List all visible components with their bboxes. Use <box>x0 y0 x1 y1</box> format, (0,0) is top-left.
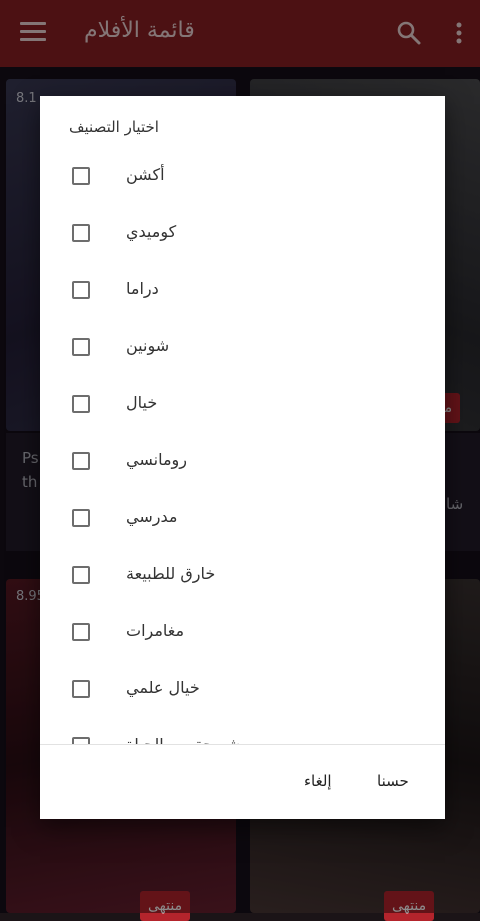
category-label: رومانسي <box>126 450 187 469</box>
checkbox[interactable] <box>72 509 90 527</box>
category-item[interactable]: أكشن <box>40 148 445 205</box>
category-label: أكشن <box>126 165 165 184</box>
checkbox[interactable] <box>72 224 90 242</box>
checkbox[interactable] <box>72 167 90 185</box>
checkbox[interactable] <box>72 338 90 356</box>
ok-button[interactable]: حسنا <box>371 768 415 794</box>
checkbox[interactable] <box>72 395 90 413</box>
category-label: شريحة من الحياة <box>126 735 240 744</box>
category-label: كوميدي <box>126 222 177 241</box>
category-label: خيال علمي <box>126 678 200 697</box>
checkbox[interactable] <box>72 452 90 470</box>
cancel-button[interactable]: إلغاء <box>298 768 338 794</box>
category-item[interactable]: كوميدي <box>40 205 445 262</box>
category-item[interactable]: خارق للطبيعة <box>40 547 445 604</box>
category-list[interactable]: أكشن كوميدي دراما شونين خيال رومانسي مدر… <box>40 148 445 744</box>
category-item[interactable]: خيال <box>40 376 445 433</box>
category-item[interactable]: شونين <box>40 319 445 376</box>
category-label: خارق للطبيعة <box>126 564 216 583</box>
category-label: خيال <box>126 393 158 412</box>
category-item[interactable]: شريحة من الحياة <box>40 718 445 744</box>
category-item[interactable]: رومانسي <box>40 433 445 490</box>
category-label: دراما <box>126 279 159 298</box>
category-item[interactable]: دراما <box>40 262 445 319</box>
dialog-title: اختيار التصنيف <box>69 118 159 136</box>
checkbox[interactable] <box>72 566 90 584</box>
category-item[interactable]: خيال علمي <box>40 661 445 718</box>
checkbox[interactable] <box>72 281 90 299</box>
category-label: مغامرات <box>126 621 185 640</box>
category-item[interactable]: مدرسي <box>40 490 445 547</box>
category-label: شونين <box>126 336 170 355</box>
checkbox[interactable] <box>72 737 90 744</box>
dialog-divider <box>40 744 445 745</box>
checkbox[interactable] <box>72 623 90 641</box>
category-label: مدرسي <box>126 507 178 526</box>
category-dialog: اختيار التصنيف أكشن كوميدي دراما شونين خ… <box>40 96 445 819</box>
checkbox[interactable] <box>72 680 90 698</box>
category-item[interactable]: مغامرات <box>40 604 445 661</box>
